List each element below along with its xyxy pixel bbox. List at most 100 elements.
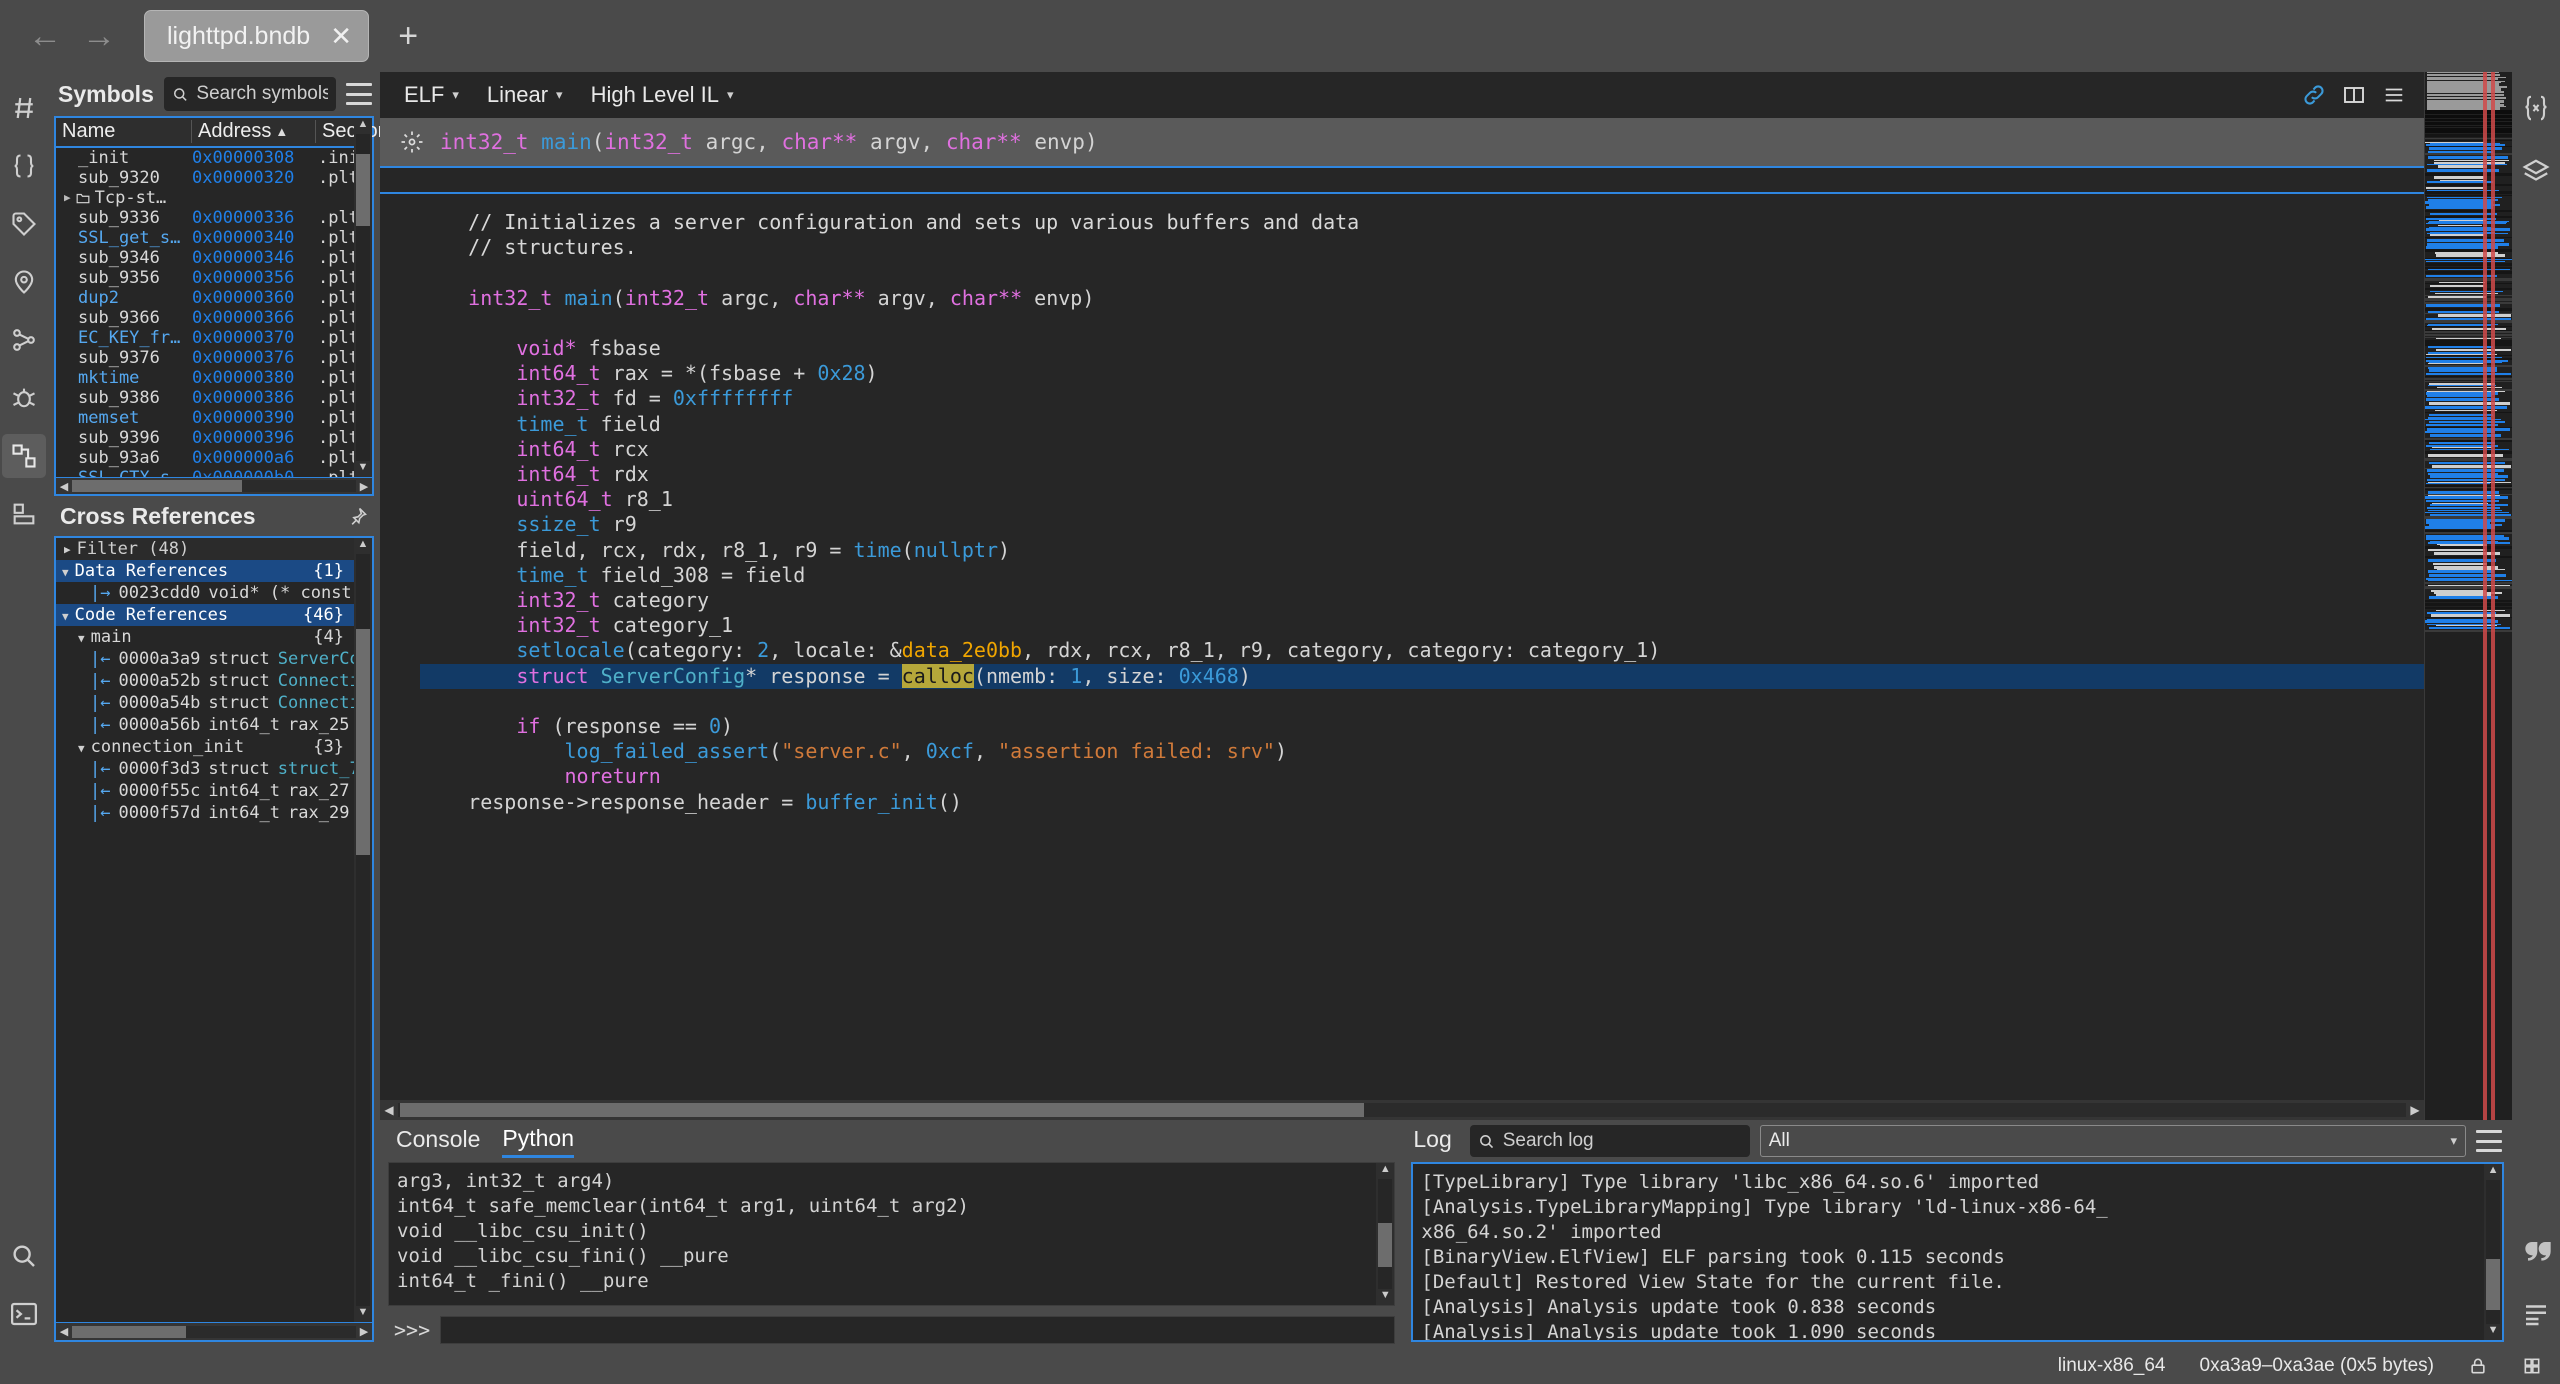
- scroll-up-icon[interactable]: ▲: [358, 538, 369, 554]
- log-vertical-scrollbar[interactable]: ▲ ▼: [2484, 1164, 2502, 1340]
- scroll-left-icon[interactable]: ◀: [56, 480, 72, 493]
- symbols-options-icon[interactable]: [346, 83, 372, 105]
- symbols-rail-icon[interactable]: [2, 86, 46, 130]
- xref-item[interactable]: |←0000f57dint64_trax_29 = ca: [56, 802, 354, 824]
- close-icon[interactable]: ✕: [328, 21, 354, 52]
- link-icon[interactable]: [2294, 79, 2334, 111]
- scroll-up-icon[interactable]: ▲: [358, 118, 369, 134]
- scroll-up-icon[interactable]: ▲: [1380, 1163, 1391, 1179]
- split-pane-icon[interactable]: [2334, 79, 2374, 111]
- console-vertical-scrollbar[interactable]: ▲ ▼: [1376, 1163, 1394, 1305]
- xref-filter-row[interactable]: ▶Filter (48): [56, 538, 354, 560]
- xref-horizontal-scrollbar[interactable]: ◀ ▶: [56, 1322, 372, 1340]
- chevron-down-icon[interactable]: ▼: [62, 566, 69, 579]
- table-row[interactable]: sub_93860x00000386.plt: [56, 388, 354, 408]
- table-row[interactable]: memset0x00000390.plt: [56, 408, 354, 428]
- table-row[interactable]: sub_93360x00000336.plt: [56, 208, 354, 228]
- code-hscroll-thumb[interactable]: [400, 1103, 1364, 1117]
- scroll-right-icon[interactable]: ▶: [356, 480, 372, 493]
- table-row[interactable]: sub_93560x00000356.plt: [56, 268, 354, 288]
- chevron-right-icon[interactable]: ▶: [64, 191, 71, 204]
- scroll-track[interactable]: [356, 134, 370, 461]
- search-symbols-input[interactable]: Search symbols: [164, 77, 336, 111]
- grid-icon[interactable]: [2522, 1356, 2542, 1376]
- xref-group[interactable]: ▼connection_init{3}: [56, 736, 354, 758]
- search-rail-icon[interactable]: [2, 1234, 46, 1278]
- chevron-down-icon[interactable]: ▼: [78, 632, 85, 645]
- table-row[interactable]: mktime0x00000380.plt: [56, 368, 354, 388]
- code-horizontal-scrollbar[interactable]: ◀ ▶: [380, 1100, 2424, 1120]
- tab-console[interactable]: Console: [396, 1126, 480, 1156]
- scroll-down-icon[interactable]: ▼: [358, 461, 369, 477]
- scroll-left-icon[interactable]: ◀: [56, 1325, 72, 1338]
- hscroll-thumb[interactable]: [72, 1326, 186, 1338]
- table-row[interactable]: ▶Tcp-st…: [56, 188, 354, 208]
- table-row[interactable]: SSL_get_s…0x00000340.plt: [56, 228, 354, 248]
- table-row[interactable]: EC_KEY_fr…0x00000370.plt: [56, 328, 354, 348]
- types-rail-icon[interactable]: [2, 144, 46, 188]
- table-row[interactable]: sub_93760x00000376.plt: [56, 348, 354, 368]
- table-row[interactable]: sub_93660x00000366.plt: [56, 308, 354, 328]
- xref-group[interactable]: ▼main{4}: [56, 626, 354, 648]
- debugger-rail-icon[interactable]: [2, 376, 46, 420]
- tab-log[interactable]: Log: [1413, 1126, 1451, 1156]
- code-hscroll-track[interactable]: [398, 1103, 2406, 1117]
- cross-references-rail-icon[interactable]: [2, 434, 46, 478]
- xref-item[interactable]: |→0023cdd0void* (* const callo: [56, 582, 354, 604]
- chevron-down-icon[interactable]: ▼: [78, 742, 85, 755]
- scroll-thumb[interactable]: [2486, 1259, 2500, 1309]
- notes-rail-icon[interactable]: [2514, 1292, 2558, 1336]
- xref-item[interactable]: |←0000f55cint64_trax_27 = ca: [56, 780, 354, 802]
- symbols-horizontal-scrollbar[interactable]: ◀ ▶: [56, 477, 372, 494]
- xref-item[interactable]: |←0000a52bstructConnection*: [56, 670, 354, 692]
- scroll-down-icon[interactable]: ▼: [2488, 1324, 2499, 1340]
- chevron-down-icon[interactable]: ▼: [62, 610, 69, 623]
- scroll-track[interactable]: [356, 554, 370, 1306]
- table-row[interactable]: sub_93a60x000000a6.plt: [56, 448, 354, 468]
- terminal-rail-icon[interactable]: [2, 1292, 46, 1336]
- comments-rail-icon[interactable]: [2514, 1228, 2558, 1272]
- symbols-vertical-scrollbar[interactable]: ▲ ▼: [354, 118, 372, 477]
- xref-item[interactable]: |←0000f3d3structstruct_7* ra: [56, 758, 354, 780]
- table-row[interactable]: dup20x00000360.plt: [56, 288, 354, 308]
- stack-rail-icon[interactable]: [2, 492, 46, 536]
- scroll-down-icon[interactable]: ▼: [1380, 1289, 1391, 1305]
- xref-vertical-scrollbar[interactable]: ▲ ▼: [354, 538, 372, 1322]
- chevron-right-icon[interactable]: ▶: [64, 543, 71, 556]
- column-header-address[interactable]: Address▲: [192, 120, 316, 143]
- layers-rail-icon[interactable]: [2514, 150, 2558, 194]
- xref-item[interactable]: |←0000a56bint64_trax_25 = ca: [56, 714, 354, 736]
- hscroll-thumb[interactable]: [72, 480, 242, 492]
- xref-item[interactable]: |←0000a54bstructConnection*: [56, 692, 354, 714]
- scroll-right-icon[interactable]: ▶: [356, 1325, 372, 1338]
- registers-rail-icon[interactable]: [2514, 86, 2558, 130]
- log-output-pane[interactable]: [TypeLibrary] Type library 'libc_x86_64.…: [1411, 1162, 2504, 1342]
- pin-icon[interactable]: [348, 506, 368, 526]
- tags-rail-icon[interactable]: [2, 202, 46, 246]
- xref-section-code-references[interactable]: ▼Code References{46}: [56, 604, 354, 626]
- table-row[interactable]: _init0x00000308.init: [56, 148, 354, 168]
- scroll-down-icon[interactable]: ▼: [358, 1306, 369, 1322]
- console-output-pane[interactable]: arg3, int32_t arg4) int64_t safe_memclea…: [388, 1162, 1395, 1306]
- table-row[interactable]: sub_93460x00000346.plt: [56, 248, 354, 268]
- scroll-track[interactable]: [1378, 1179, 1392, 1289]
- scroll-up-icon[interactable]: ▲: [2488, 1164, 2499, 1180]
- hscroll-track[interactable]: [72, 1326, 356, 1338]
- scroll-thumb[interactable]: [356, 629, 370, 855]
- forward-button[interactable]: →: [72, 9, 126, 63]
- code-scroll-region[interactable]: // Initializes a server configuration an…: [380, 194, 2424, 1100]
- scroll-left-icon[interactable]: ◀: [380, 1103, 398, 1117]
- table-row[interactable]: sub_93960x00000396.plt: [56, 428, 354, 448]
- tab-python[interactable]: Python: [502, 1125, 574, 1158]
- back-button[interactable]: ←: [18, 9, 72, 63]
- view-selector-il[interactable]: High Level IL ▾: [577, 82, 748, 108]
- decompiled-code[interactable]: // Initializes a server configuration an…: [380, 194, 2424, 815]
- table-row[interactable]: sub_93200x00000320.plt: [56, 168, 354, 188]
- file-tab[interactable]: lighttpd.bndb ✕: [144, 10, 369, 62]
- scroll-thumb[interactable]: [1378, 1223, 1392, 1267]
- scroll-thumb[interactable]: [356, 154, 370, 226]
- lock-icon[interactable]: [2468, 1356, 2488, 1376]
- table-row[interactable]: SSL_CTX_s…0x000000b0.plt: [56, 468, 354, 478]
- scroll-right-icon[interactable]: ▶: [2406, 1103, 2424, 1117]
- hscroll-track[interactable]: [72, 480, 356, 492]
